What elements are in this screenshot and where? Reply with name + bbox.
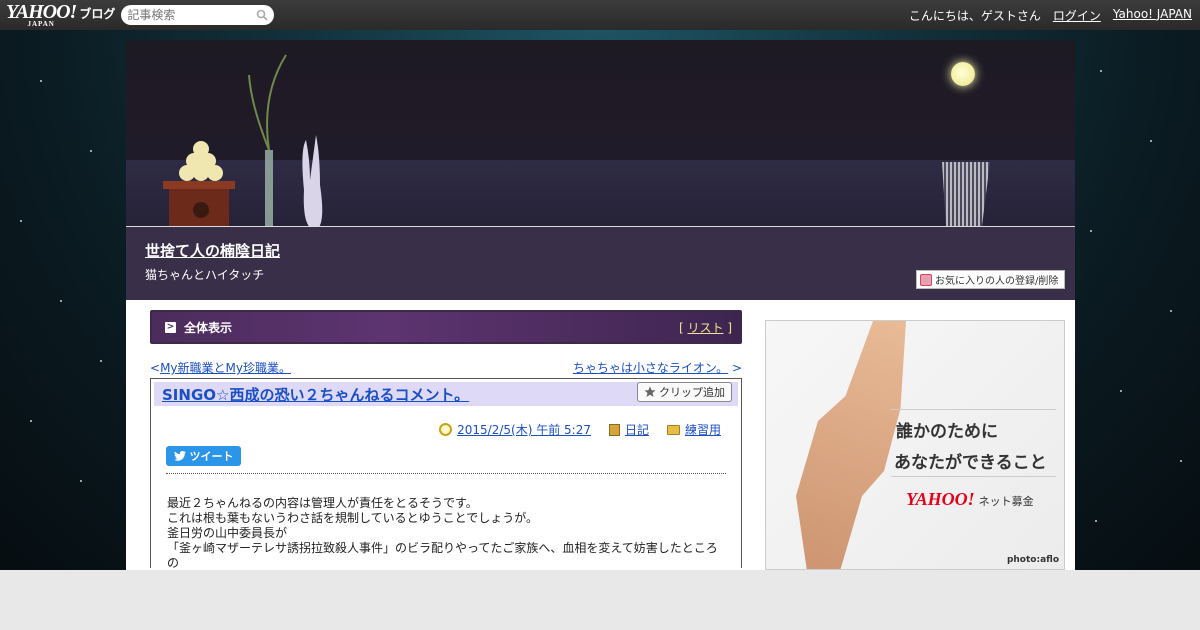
prev-symbol: < xyxy=(150,361,161,375)
ad-service: ネット募金 xyxy=(978,495,1034,508)
user-menu: こんにちは、ゲストさん ログイン Yahoo! JAPAN xyxy=(909,7,1192,24)
ad-divider-bottom xyxy=(891,476,1056,477)
article-date: 2015/2/5(木) 午前 5:27 xyxy=(439,421,591,438)
body-line: の xyxy=(167,556,180,570)
clip-add-button[interactable]: クリップ追加 xyxy=(637,382,732,402)
page-footer-area xyxy=(0,570,1200,630)
ad-brand: YAHOO! xyxy=(906,489,975,509)
twitter-bird-icon xyxy=(173,451,186,461)
article-pagination: <My新職業とMy珍職業。 ちゃちゃは小さなライオン。 > xyxy=(150,359,742,376)
list-bracket-close: ] xyxy=(723,320,732,335)
body-line: 最近２ちゃんねるの内容は管理人が責任をとるそうです。 xyxy=(167,496,478,510)
ad-divider-top xyxy=(891,409,1056,410)
favorite-icon xyxy=(920,273,932,286)
ad-yahoo-logo: YAHOO! ネット募金 xyxy=(906,489,1034,510)
article-date-link[interactable]: 2015/2/5(木) 午前 5:27 xyxy=(457,421,591,438)
list-link[interactable]: リスト xyxy=(687,321,723,335)
tsukimi-illustration xyxy=(163,54,323,230)
donation-ad-banner[interactable]: 誰かのために あなたができること YAHOO! ネット募金 photo:aflo xyxy=(765,320,1065,570)
article-folder: 練習用 xyxy=(666,421,721,438)
favorite-label: お気に入りの人の登録/削除 xyxy=(935,276,1059,287)
logo-text: YAHOO! xyxy=(6,1,77,23)
blog-header: 世捨て人の楠陰日記 猫ちゃんとハイタッチ お気に入りの人の登録/削除 xyxy=(126,40,1075,300)
body-line: 「釜ヶ崎マザーテレサ誘拐拉致殺人事件」のビラ配りやってたご家族へ、血相を変えて妨… xyxy=(167,541,718,555)
ad-photo-credit: photo:aflo xyxy=(1006,555,1059,565)
book-icon xyxy=(608,423,620,436)
search-box xyxy=(121,5,275,25)
prev-article: <My新職業とMy珍職業。 xyxy=(150,359,291,376)
body-line: これは根も葉もないうわさ話を規制しているとゆうことでしょうが。 xyxy=(167,511,539,525)
logo-sub: JAPAN xyxy=(27,20,55,28)
list-link-wrapper: [ リスト ] xyxy=(679,319,732,336)
clock-icon xyxy=(439,423,453,436)
folder-link[interactable]: 練習用 xyxy=(685,421,721,438)
blog-subtitle: 猫ちゃんとハイタッチ xyxy=(145,268,265,282)
blog-container: 世捨て人の楠陰日記 猫ちゃんとハイタッチ お気に入りの人の登録/削除 > 全体表… xyxy=(126,40,1075,570)
section-title: 全体表示 xyxy=(184,320,233,335)
article-entry: SINGO☆西成の恐い２ちゃんねるコメント。 クリップ追加 2015/2/5(木… xyxy=(150,378,742,571)
arrow-right-icon: > xyxy=(165,321,176,333)
category-link[interactable]: 日記 xyxy=(625,421,649,438)
main-column: > 全体表示 [ リスト ] <My新職業とMy珍職業。 ちゃちゃは小さなライオ… xyxy=(150,310,742,571)
section-header-bar: > 全体表示 [ リスト ] xyxy=(150,310,742,344)
search-icon[interactable] xyxy=(256,9,268,21)
blog-title-link[interactable]: 世捨て人の楠陰日記 xyxy=(145,240,280,261)
body-line: 釜日労の山中委員長が xyxy=(167,526,288,540)
clip-add-label: クリップ追加 xyxy=(659,386,725,399)
header-title-area xyxy=(126,227,1075,300)
next-article: ちゃちゃは小さなライオン。 > xyxy=(573,359,742,376)
yahoo-blog-logo[interactable]: YAHOO! JAPAN ブログ xyxy=(6,2,115,28)
article-category: 日記 xyxy=(608,421,649,438)
star-icon xyxy=(644,386,656,397)
favorite-register-button[interactable]: お気に入りの人の登録/削除 xyxy=(916,270,1065,289)
yahoo-japan-link[interactable]: Yahoo! JAPAN xyxy=(1113,7,1192,24)
ad-headline-2: あなたができること xyxy=(894,453,1047,473)
handshake-image xyxy=(796,321,906,569)
article-meta: 2015/2/5(木) 午前 5:27 日記 練習用 xyxy=(439,421,721,438)
next-article-link[interactable]: ちゃちゃは小さなライオン。 xyxy=(573,361,728,375)
tweet-label: ツイート xyxy=(189,450,234,463)
ad-headline-1: 誰かのために xyxy=(896,422,998,442)
article-body: 最近２ちゃんねるの内容は管理人が責任をとるそうです。 これは根も葉もないうわさ話… xyxy=(167,496,727,571)
dotted-divider xyxy=(166,473,726,474)
folder-icon xyxy=(666,424,680,435)
next-symbol: > xyxy=(731,361,742,375)
login-link[interactable]: ログイン xyxy=(1053,7,1101,24)
top-navigation-bar: YAHOO! JAPAN ブログ こんにちは、ゲストさん ログイン Yahoo!… xyxy=(0,0,1200,30)
service-label: ブログ xyxy=(79,7,116,21)
moon-illustration xyxy=(951,62,975,86)
greeting-text: こんにちは、ゲストさん xyxy=(908,8,1041,23)
prev-article-link[interactable]: My新職業とMy珍職業。 xyxy=(160,361,291,375)
tweet-button[interactable]: ツイート xyxy=(166,446,241,466)
search-input[interactable] xyxy=(127,8,257,22)
article-title-link[interactable]: SINGO☆西成の恐い２ちゃんねるコメント。 xyxy=(162,384,469,405)
